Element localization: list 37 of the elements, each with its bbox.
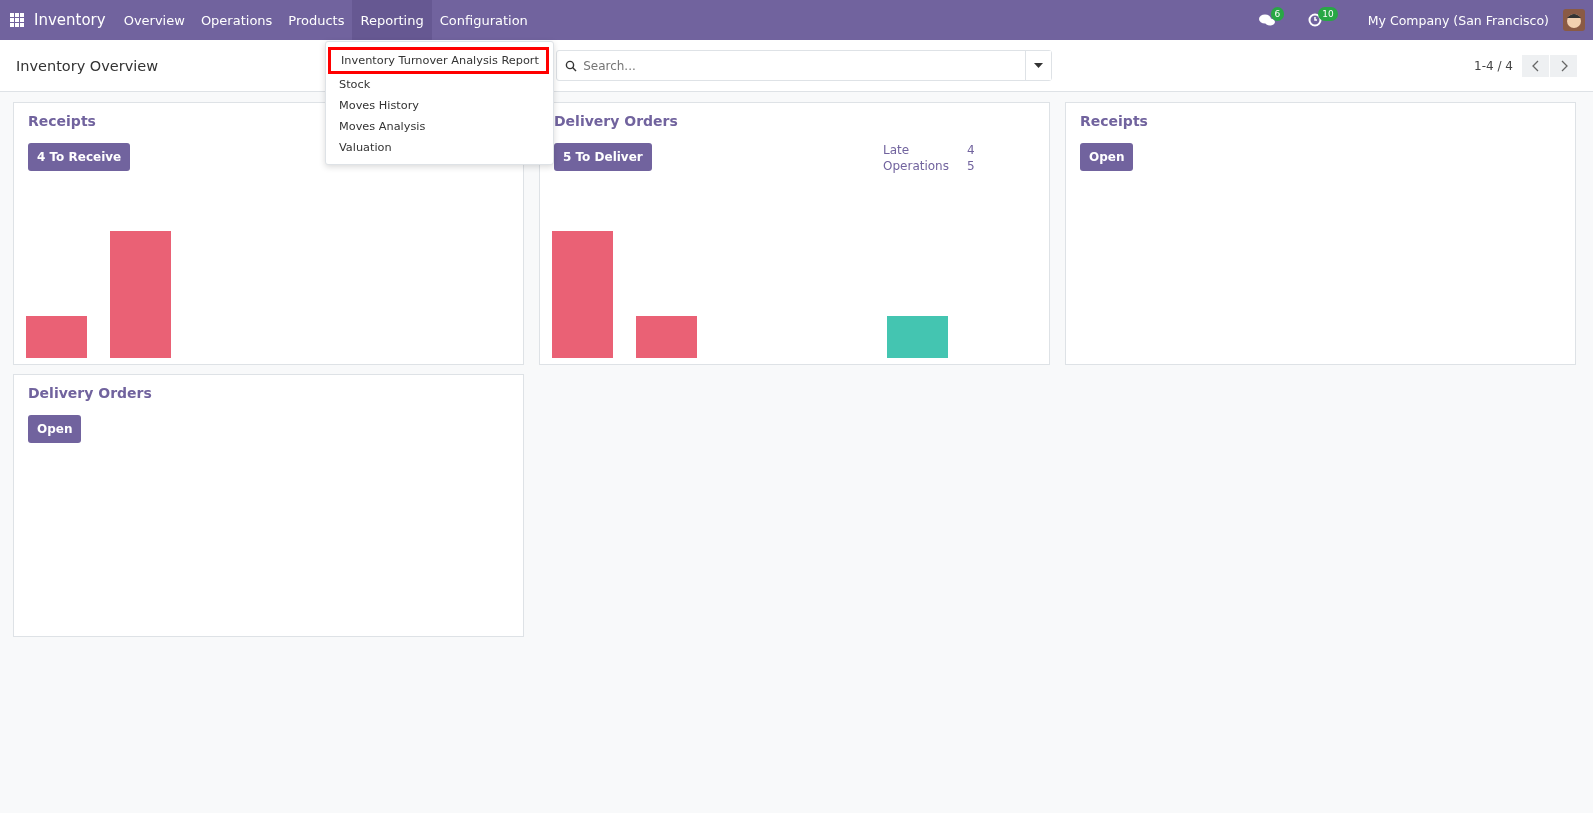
- search-options-button[interactable]: [1025, 51, 1052, 80]
- menu-item[interactable]: Reporting: [352, 0, 432, 40]
- caret-icon: [1034, 63, 1044, 68]
- card-title[interactable]: Delivery Orders: [28, 385, 509, 401]
- message-count-badge: 6: [1270, 7, 1285, 21]
- card-title[interactable]: Delivery Orders: [554, 113, 1035, 129]
- activity-count-badge: 10: [1318, 7, 1338, 21]
- chevron-right-icon: [1559, 59, 1568, 72]
- messages-icon[interactable]: [1258, 13, 1275, 27]
- search-field[interactable]: Search...: [556, 50, 1053, 81]
- dropdown-item[interactable]: Inventory Turnover Analysis Report: [328, 47, 549, 74]
- menu-item[interactable]: Configuration: [431, 0, 536, 40]
- stat-label[interactable]: Late: [883, 143, 967, 157]
- card-title[interactable]: Receipts: [1080, 113, 1561, 129]
- chevron-left-icon: [1531, 59, 1540, 72]
- stat-value[interactable]: 5: [967, 159, 987, 173]
- user-avatar[interactable]: [1563, 9, 1585, 31]
- page-title: Inventory Overview: [16, 57, 159, 74]
- pager-value: 1-4 / 4: [1474, 58, 1513, 73]
- action-button[interactable]: Open: [28, 415, 82, 443]
- action-button[interactable]: Open: [1080, 143, 1134, 171]
- stat-value[interactable]: 4: [967, 143, 987, 157]
- action-button[interactable]: 5 To Deliver: [554, 143, 652, 171]
- activity-clock-icon[interactable]: [1308, 13, 1323, 27]
- apps-menu-icon[interactable]: [10, 13, 24, 27]
- stat-label[interactable]: Operations: [883, 159, 967, 173]
- dropdown-item[interactable]: Moves Analysis: [326, 116, 553, 137]
- menu-item[interactable]: Operations: [192, 0, 281, 40]
- dropdown-item[interactable]: Valuation: [326, 137, 553, 158]
- company-name[interactable]: My Company (San Francisco): [1367, 12, 1549, 28]
- action-button[interactable]: 4 To Receive: [28, 143, 131, 171]
- dropdown-item[interactable]: Stock: [326, 74, 553, 95]
- dropdown-item[interactable]: Moves History: [326, 95, 553, 116]
- menu-item[interactable]: Overview: [115, 0, 193, 40]
- app-name[interactable]: Inventory: [34, 11, 106, 29]
- search-icon: [565, 59, 578, 72]
- menu-item[interactable]: Products: [280, 0, 353, 40]
